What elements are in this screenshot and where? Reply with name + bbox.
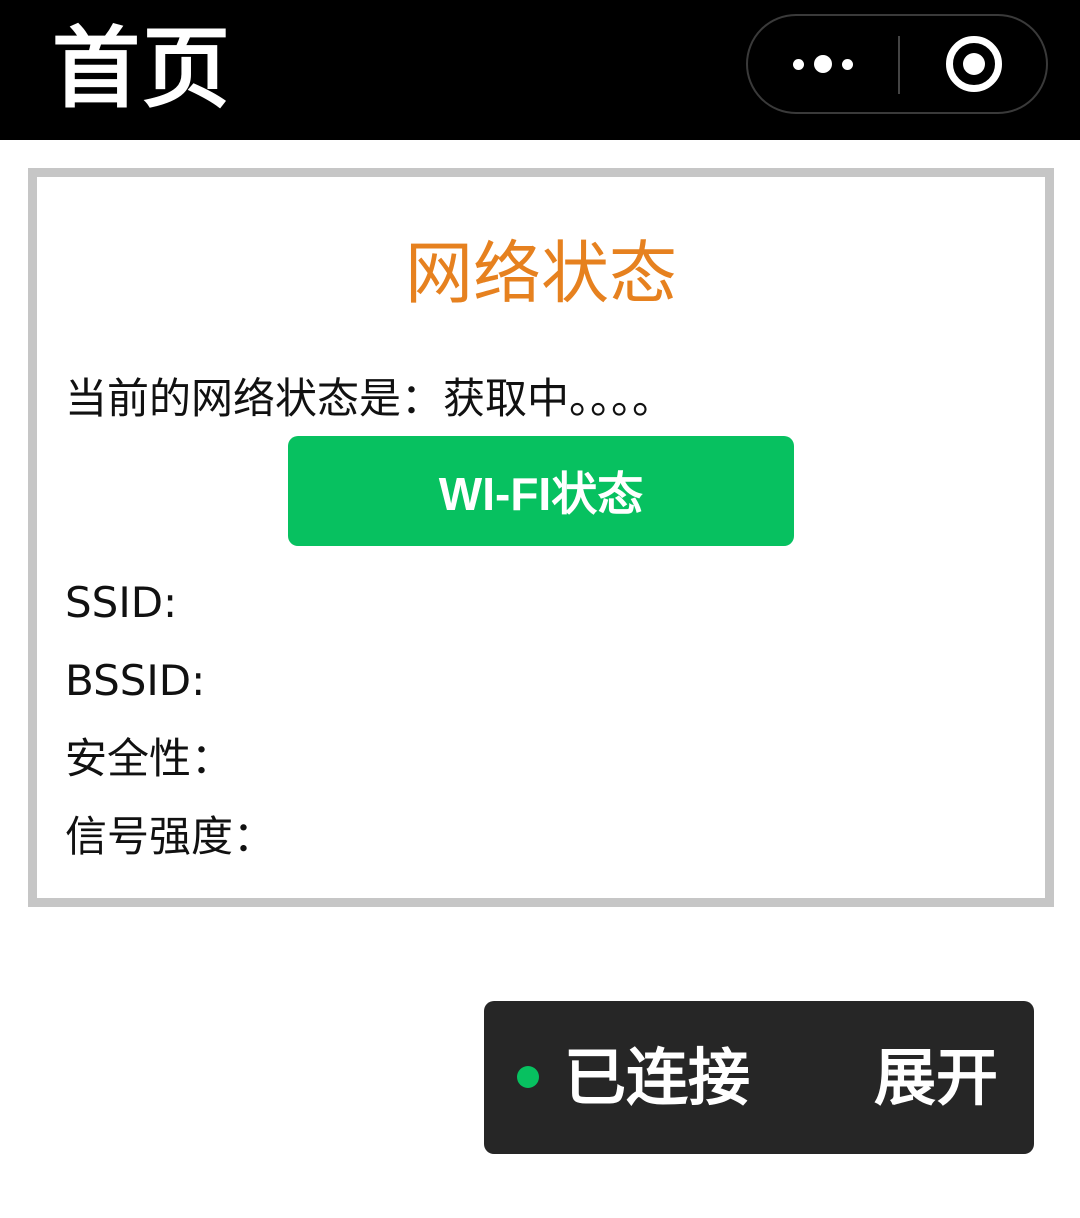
more-button[interactable] bbox=[748, 16, 898, 112]
wifi-status-button[interactable]: WI-FI状态 bbox=[288, 436, 794, 546]
close-button[interactable] bbox=[900, 16, 1048, 112]
bssid-label: BSSID: bbox=[65, 656, 206, 705]
expand-button[interactable]: 展开 bbox=[874, 1040, 998, 1116]
menu-capsule bbox=[746, 14, 1048, 114]
connected-status-label: 已连接 bbox=[564, 1041, 751, 1114]
ssid-label: SSID: bbox=[65, 578, 178, 627]
network-status-card: 网络状态 当前的网络状态是：获取中。。。。 WI-FI状态 SSID: BSSI… bbox=[28, 168, 1054, 907]
signal-strength-label: 信号强度： bbox=[65, 812, 276, 861]
navigation-bar: 首页 bbox=[0, 0, 1080, 140]
network-status-text: 当前的网络状态是：获取中。。。。 bbox=[65, 374, 675, 423]
security-label: 安全性： bbox=[65, 734, 234, 783]
card-title: 网络状态 bbox=[404, 235, 677, 314]
more-dots-icon bbox=[793, 55, 853, 73]
connected-dot-icon bbox=[517, 1066, 539, 1088]
page-title: 首页 bbox=[52, 17, 233, 120]
target-circle-icon bbox=[946, 36, 1002, 92]
